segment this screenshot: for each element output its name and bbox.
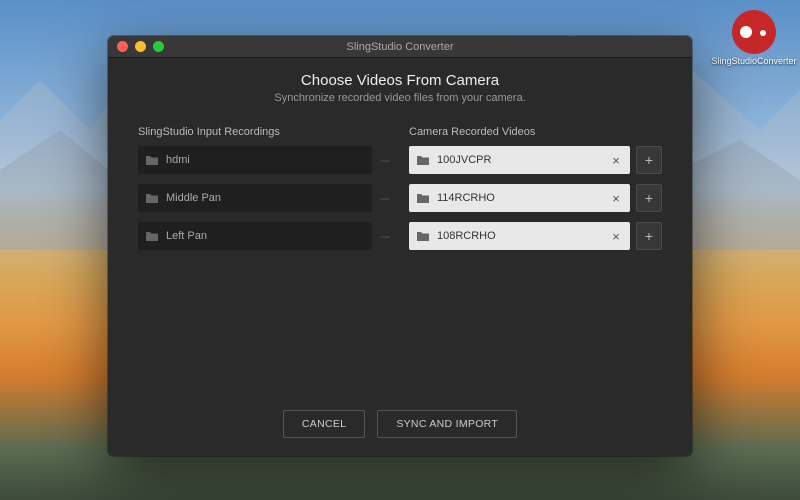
- app-icon-circle: [732, 10, 776, 54]
- right-column-title: Camera Recorded Videos: [409, 126, 662, 138]
- traffic-lights: [108, 41, 164, 52]
- clear-icon[interactable]: ×: [609, 191, 623, 205]
- input-recording-field[interactable]: Middle Pan: [138, 184, 372, 212]
- desktop-app-icon[interactable]: SlingStudioConverter: [722, 10, 786, 67]
- input-recording-label: Middle Pan: [166, 192, 365, 204]
- camera-video-label: 114RCRHO: [437, 192, 602, 204]
- close-button[interactable]: [117, 41, 128, 52]
- camera-video-label: 108RCRHO: [437, 230, 602, 242]
- footer-actions: CANCEL SYNC AND IMPORT: [138, 410, 662, 438]
- add-button[interactable]: +: [636, 184, 662, 212]
- desktop-background: SlingStudioConverter SlingStudio Convert…: [0, 0, 800, 500]
- page-heading: Choose Videos From Camera: [138, 72, 662, 89]
- camera-row: 100JVCPR × +: [409, 146, 662, 174]
- clear-icon[interactable]: ×: [609, 229, 623, 243]
- input-recording-field[interactable]: hdmi: [138, 146, 372, 174]
- camera-video-field[interactable]: 100JVCPR ×: [409, 146, 630, 174]
- row-separator: ---: [378, 191, 391, 205]
- sync-import-button[interactable]: SYNC AND IMPORT: [377, 410, 517, 438]
- camera-video-field[interactable]: 114RCRHO ×: [409, 184, 630, 212]
- right-column: Camera Recorded Videos 100JVCPR × + 114R…: [409, 126, 662, 260]
- app-icon-label: SlingStudioConverter: [711, 57, 796, 67]
- window-content: Choose Videos From Camera Synchronize re…: [108, 58, 692, 456]
- page-subheading: Synchronize recorded video files from yo…: [138, 92, 662, 104]
- input-row: Middle Pan ---: [138, 184, 391, 212]
- folder-icon: [416, 193, 430, 204]
- left-column-title: SlingStudio Input Recordings: [138, 126, 391, 138]
- cancel-button[interactable]: CANCEL: [283, 410, 365, 438]
- input-row: Left Pan ---: [138, 222, 391, 250]
- maximize-button[interactable]: [153, 41, 164, 52]
- row-separator: ---: [378, 153, 391, 167]
- camera-row: 108RCRHO × +: [409, 222, 662, 250]
- add-button[interactable]: +: [636, 222, 662, 250]
- row-separator: ---: [378, 229, 391, 243]
- folder-icon: [145, 231, 159, 242]
- camera-video-label: 100JVCPR: [437, 154, 602, 166]
- camera-row: 114RCRHO × +: [409, 184, 662, 212]
- input-recording-label: hdmi: [166, 154, 365, 166]
- columns: SlingStudio Input Recordings hdmi --- Mi…: [138, 126, 662, 260]
- folder-icon: [416, 231, 430, 242]
- app-window: SlingStudio Converter Choose Videos From…: [108, 36, 692, 456]
- add-button[interactable]: +: [636, 146, 662, 174]
- left-column: SlingStudio Input Recordings hdmi --- Mi…: [138, 126, 391, 260]
- folder-icon: [145, 155, 159, 166]
- camera-video-field[interactable]: 108RCRHO ×: [409, 222, 630, 250]
- input-recording-field[interactable]: Left Pan: [138, 222, 372, 250]
- folder-icon: [416, 155, 430, 166]
- input-row: hdmi ---: [138, 146, 391, 174]
- clear-icon[interactable]: ×: [609, 153, 623, 167]
- folder-icon: [145, 193, 159, 204]
- titlebar[interactable]: SlingStudio Converter: [108, 36, 692, 58]
- input-recording-label: Left Pan: [166, 230, 365, 242]
- window-title: SlingStudio Converter: [108, 41, 692, 53]
- minimize-button[interactable]: [135, 41, 146, 52]
